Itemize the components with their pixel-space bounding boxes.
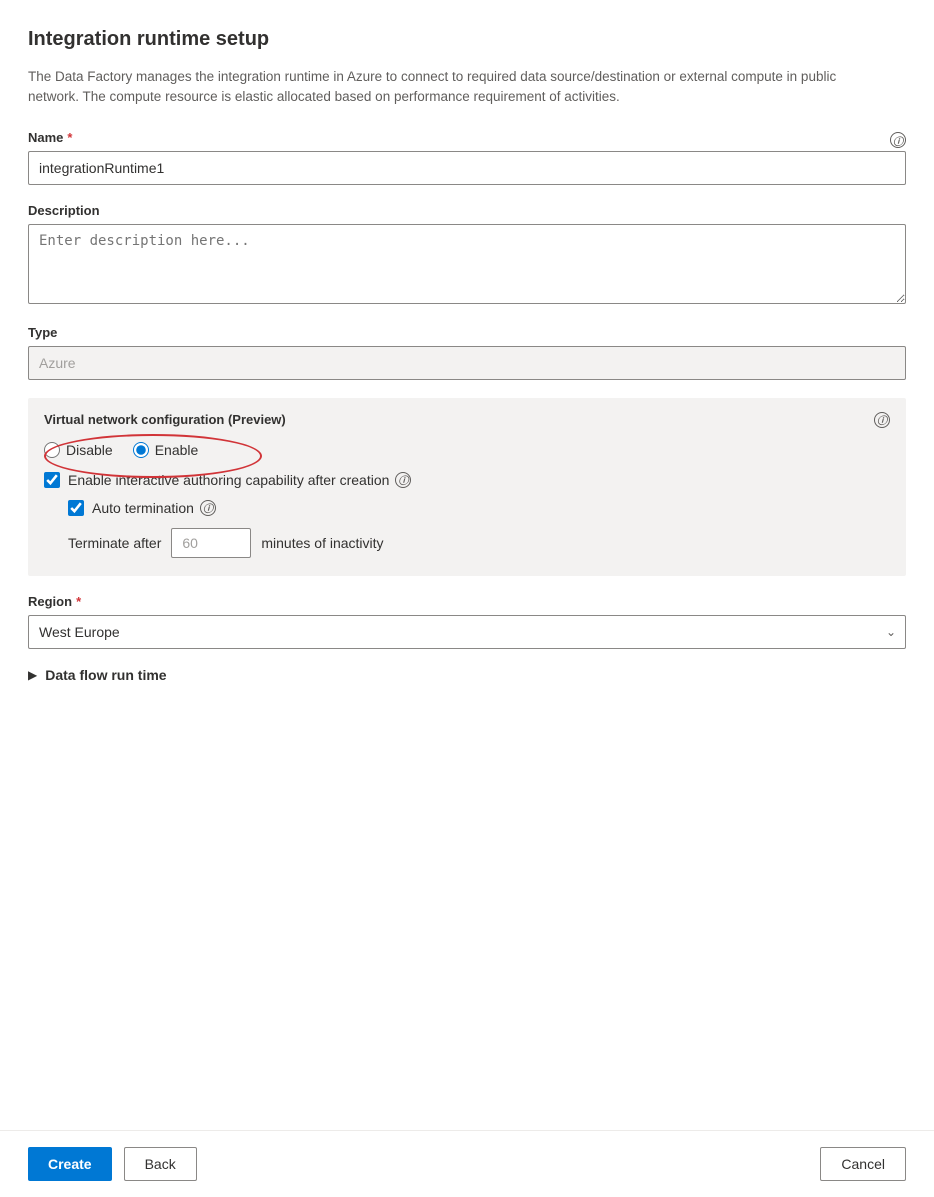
data-flow-label: Data flow run time: [45, 667, 166, 683]
data-flow-expand-icon: ▶: [28, 668, 37, 682]
vnc-section: Virtual network configuration (Preview) …: [28, 398, 906, 576]
terminate-input[interactable]: [171, 528, 251, 558]
vnc-options: Enable interactive authoring capability …: [44, 472, 890, 558]
vnc-enable-label: Enable: [155, 442, 199, 458]
interactive-authoring-info-icon[interactable]: ⓘ: [395, 472, 411, 488]
auto-termination-info-icon[interactable]: ⓘ: [200, 500, 216, 516]
auto-termination-checkbox[interactable]: [68, 500, 84, 516]
name-input[interactable]: [28, 151, 906, 185]
vnc-radio-group: Disable Enable: [44, 442, 890, 458]
vnc-enable-radio-label[interactable]: Enable: [133, 442, 199, 458]
vnc-title: Virtual network configuration (Preview): [44, 412, 286, 427]
back-button[interactable]: Back: [124, 1147, 197, 1181]
description-input[interactable]: [28, 224, 906, 304]
vnc-disable-radio[interactable]: [44, 442, 60, 458]
vnc-info-icon[interactable]: ⓘ: [874, 412, 890, 428]
region-select-wrapper: West Europe East US North Europe Southea…: [28, 615, 906, 649]
type-input: [28, 346, 906, 380]
vnc-enable-radio[interactable]: [133, 442, 149, 458]
region-required-star: *: [76, 594, 81, 609]
auto-termination-label: Auto termination ⓘ: [92, 500, 216, 516]
data-flow-row[interactable]: ▶ Data flow run time: [28, 667, 906, 683]
name-label: Name *: [28, 130, 72, 145]
cancel-button[interactable]: Cancel: [820, 1147, 906, 1181]
interactive-authoring-row: Enable interactive authoring capability …: [44, 472, 890, 488]
interactive-authoring-label: Enable interactive authoring capability …: [68, 472, 411, 488]
terminate-suffix: minutes of inactivity: [261, 535, 383, 551]
vnc-disable-radio-label[interactable]: Disable: [44, 442, 113, 458]
create-button[interactable]: Create: [28, 1147, 112, 1181]
page-title: Integration runtime setup: [28, 28, 906, 51]
auto-termination-row: Auto termination ⓘ: [68, 500, 890, 516]
name-info-icon[interactable]: ⓘ: [890, 132, 906, 148]
type-label: Type: [28, 325, 906, 340]
region-label: Region *: [28, 594, 906, 609]
footer: Create Back Cancel: [0, 1130, 934, 1197]
interactive-authoring-checkbox[interactable]: [44, 472, 60, 488]
terminate-prefix: Terminate after: [68, 535, 161, 551]
name-required-star: *: [67, 130, 72, 145]
vnc-disable-label: Disable: [66, 442, 113, 458]
description-label: Description: [28, 203, 906, 218]
region-select[interactable]: West Europe East US North Europe Southea…: [28, 615, 906, 649]
terminate-row: Terminate after minutes of inactivity: [68, 528, 890, 558]
page-description: The Data Factory manages the integration…: [28, 67, 888, 108]
